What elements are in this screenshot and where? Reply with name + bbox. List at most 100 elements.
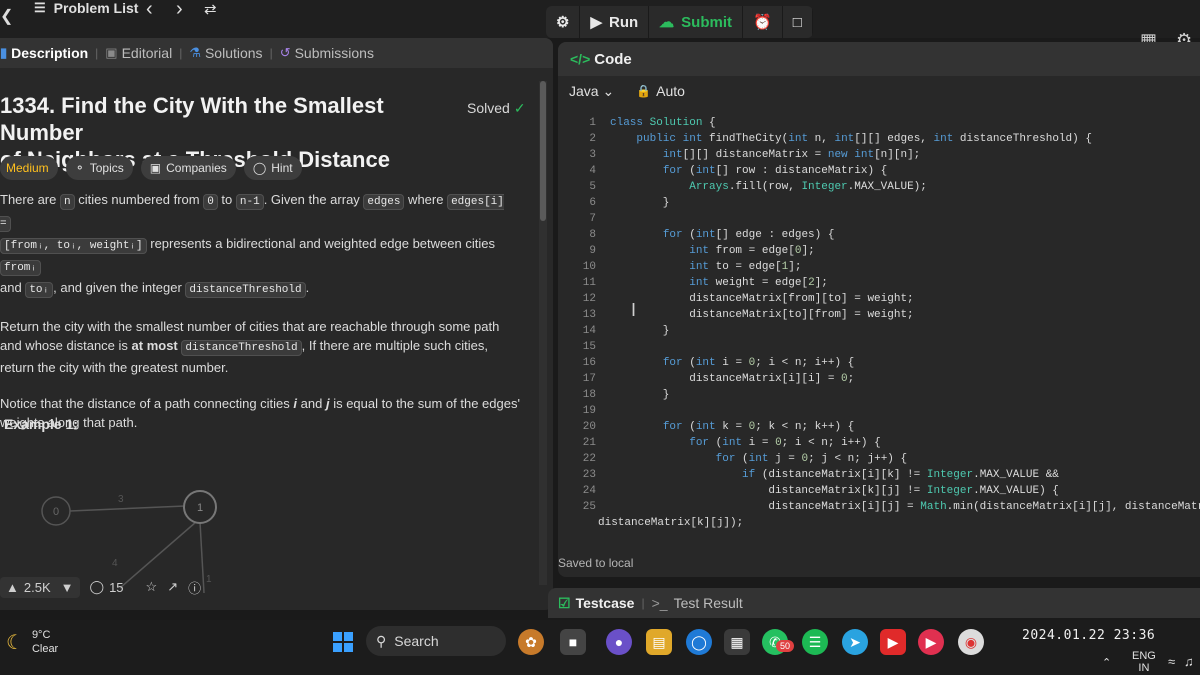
description-paragraph-3: Notice that the distance of a path conne… [0,394,520,432]
topics-chip[interactable]: ⚬ Topics [65,156,133,180]
comments-button[interactable]: ◯ 15 [90,579,124,595]
line-number: 14 [582,325,596,337]
line-number: 10 [582,261,596,273]
tab-editorial[interactable]: ▣ Editorial [105,45,172,61]
line-number: 4 [589,165,596,177]
problem-list-button[interactable]: ☰ Problem List [34,0,138,16]
windows-start-icon[interactable] [333,632,353,652]
thumbs-up-icon: ▲ [6,579,19,595]
next-problem-icon[interactable]: › [176,0,183,21]
media-player-icon[interactable]: ▶ [918,629,944,655]
code-brackets-icon: </> [570,51,591,67]
terminal-icon: >_ [651,595,668,611]
code-line: for (int j = 0; j < n; j++) { [715,453,908,465]
chevron-down-icon: ⌄ [602,82,615,99]
submit-label: Submit [681,13,733,31]
spotify-icon[interactable]: ☰ [802,629,828,655]
taskbar-search[interactable]: ⚲ Search [366,626,506,656]
difficulty-badge: Medium [0,156,58,180]
text: and [0,280,26,295]
wifi-icon[interactable]: ≈ [1168,654,1175,669]
store-icon[interactable]: ▦ [724,629,750,655]
line-number: 20 [582,421,596,433]
code-line: } [610,197,670,209]
language-indicator[interactable]: ENG IN [1132,650,1156,674]
search-icon: ⚲ [376,632,387,649]
shuffle-icon[interactable]: ⇄ [204,0,217,18]
youtube-icon[interactable]: ▶ [880,629,906,655]
tab-editorial-label: Editorial [121,45,173,61]
comment-icon: ◯ [89,579,105,594]
run-label: Run [609,13,639,31]
code-line: distanceMatrix[k][j]); [598,517,744,529]
line-number: 9 [589,245,596,257]
inline-code: fromᵢ [0,260,42,276]
file-explorer-icon[interactable]: ▤ [646,629,672,655]
debug-button[interactable]: ⚙ [546,6,581,38]
chevron-up-icon[interactable]: ⌃ [1102,656,1111,669]
solved-status: Solved ✓ [467,100,526,117]
edge-browser-icon[interactable]: ◯ [686,629,712,655]
star-icon[interactable]: ☆ [146,579,158,595]
code-editor[interactable]: 1 2 3 4 5 6 7 8 9 10 11 12 13 14 15 16 17 18 19 20 21 22 23 24 2… [558,114,1200,554]
notes-button[interactable]: □ [783,6,813,38]
tab-submissions[interactable]: ↺ Submissions [280,45,374,61]
chrome-icon[interactable]: ◉ [958,629,984,655]
companies-chip[interactable]: ▣ Companies [140,156,236,180]
timer-button[interactable]: ⏰ [743,6,783,38]
code-line: for (int i = 0; i < n; i++) { [689,437,881,449]
language-select[interactable]: Java ⌄ [569,83,614,100]
hint-chip[interactable]: ◯ Hint [243,156,302,180]
share-icon[interactable]: ↗ [167,579,178,595]
datetime-overlay: 2024.01.22 23:36 [1022,628,1156,643]
lock-icon: 🔒 [636,84,652,98]
description-icon: ▮ [0,45,8,60]
code-line: int to = edge[1]; [689,261,802,273]
companies-label: Companies [166,161,227,175]
inline-code: toᵢ [25,282,54,298]
alarm-clock-icon: ⏰ [753,14,772,31]
tab-separator: | [95,46,99,60]
text: represents a bidirectional and weighted … [146,236,495,251]
code-line: distanceMatrix[from][to] = weight; [610,293,914,305]
difficulty-label: Medium [6,161,49,175]
graph-node-1-label: 1 [197,502,203,514]
description-scrollbar[interactable] [539,81,547,585]
text-cursor-icon: I [631,300,637,320]
comment-count: 15 [109,579,124,595]
telegram-icon[interactable]: ➤ [842,629,868,655]
text: and [297,396,326,411]
submit-button[interactable]: ☁ Submit [649,6,744,38]
weather-temp: 9°C [31,629,51,641]
check-circle-icon: ✓ [513,100,526,116]
text: . Given the array [263,192,364,207]
language-line-2: IN [1138,662,1150,674]
auto-mode-toggle[interactable]: Auto [656,83,685,99]
widgets-icon[interactable]: ■ [560,629,586,655]
tab-testcase[interactable]: ☑ Testcase [558,595,634,612]
line-number: 25 [582,501,596,513]
line-number: 7 [589,213,596,225]
lock-icon: ▣ [149,161,162,175]
cloud-upload-icon: ☁ [659,14,675,31]
thumbs-down-icon[interactable]: ▼ [61,580,74,595]
inline-code: 0 [203,194,218,210]
inline-code: [fromᵢ, toᵢ, weightᵢ] [0,238,147,254]
tab-solutions[interactable]: ⚗ Solutions [189,45,262,61]
speaker-icon[interactable]: ♫ [1184,654,1194,669]
editor-toolbar: Java ⌄ 🔒 Auto [558,76,1200,106]
prev-problem-icon[interactable]: ‹ [146,0,153,21]
help-icon[interactable]: ⓘ [188,578,201,597]
tab-description[interactable]: ▮ Description [0,45,88,61]
description-scroll-thumb[interactable] [540,81,546,221]
like-button[interactable]: ▲ 2.5K ▼ [0,576,80,598]
flask-icon: ⚗ [189,45,201,60]
run-button[interactable]: ▶ Run [580,6,650,38]
weather-widget[interactable]: ☾ 9°C Clear [6,628,58,656]
search-highlight-icon[interactable]: ✿ [518,629,544,655]
text: cities numbered from [74,192,204,207]
lightbulb-icon: ◯ [252,161,267,175]
tab-test-result[interactable]: >_ Test Result [652,595,743,611]
leetcode-logo-icon[interactable]: ❮ [0,6,13,26]
teams-icon[interactable]: ● [606,629,632,655]
